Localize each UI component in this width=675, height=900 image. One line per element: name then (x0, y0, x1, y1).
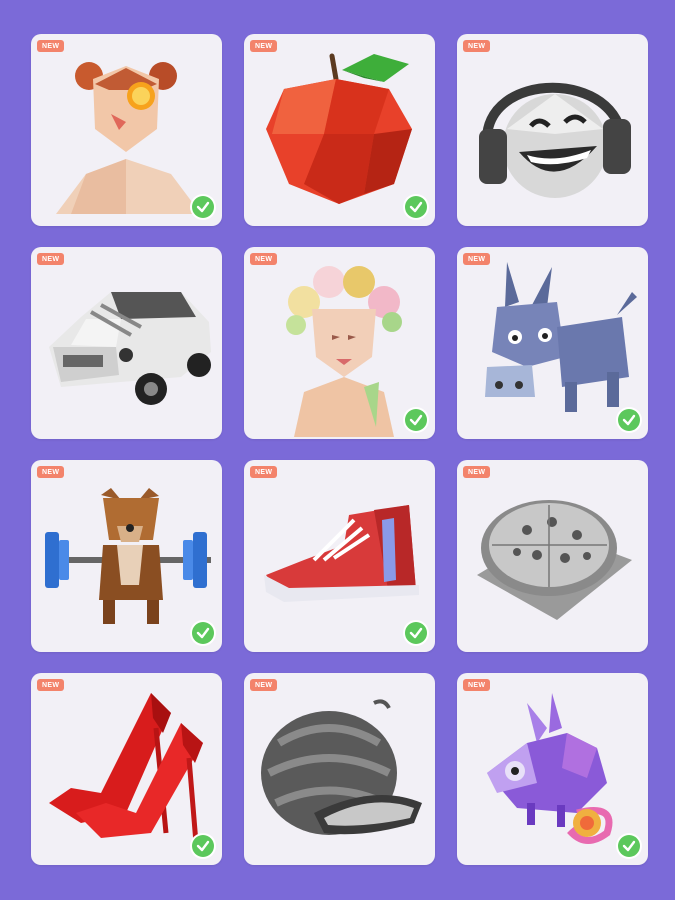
new-badge: NEW (250, 40, 278, 52)
artwork-card-pizza[interactable]: NEW (457, 460, 648, 652)
completed-check-icon (192, 835, 214, 857)
completed-check-icon (618, 409, 640, 431)
new-badge: NEW (463, 40, 491, 52)
completed-check-icon (192, 622, 214, 644)
artwork-card-headphones-face[interactable]: NEW (457, 34, 648, 226)
chameleon-illustration (487, 693, 613, 844)
completed-check-icon (405, 622, 427, 644)
new-badge: NEW (250, 466, 278, 478)
watermelon-illustration (261, 699, 422, 835)
sneaker-illustration (264, 505, 419, 602)
car-illustration (49, 292, 211, 405)
artwork-card-donkey[interactable]: NEW (457, 247, 648, 439)
artwork-card-sneaker[interactable]: NEW (244, 460, 435, 652)
new-badge: NEW (37, 253, 65, 265)
dog-barbell-illustration (45, 488, 211, 624)
headphones-face-illustration (479, 82, 631, 198)
artwork-card-dog-barbell[interactable]: NEW (31, 460, 222, 652)
new-badge: NEW (463, 253, 491, 265)
donkey-illustration (485, 262, 637, 412)
completed-check-icon (405, 196, 427, 218)
completed-check-icon (618, 835, 640, 857)
artwork-card-car[interactable]: NEW (31, 247, 222, 439)
new-badge: NEW (37, 466, 65, 478)
artwork-card-apple[interactable]: NEW (244, 34, 435, 226)
new-badge: NEW (463, 466, 491, 478)
apple-illustration (266, 53, 412, 204)
new-badge: NEW (250, 253, 278, 265)
high-heels-illustration (49, 693, 203, 844)
artwork-card-watermelon[interactable]: NEW (244, 673, 435, 865)
artwork-grid: NEW NEW NEW NEW NEW NEW NEW NEW NEW NEW … (31, 34, 648, 865)
completed-check-icon (405, 409, 427, 431)
artwork-card-woman-orange[interactable]: NEW (31, 34, 222, 226)
artwork-card-flower-woman[interactable]: NEW (244, 247, 435, 439)
artwork-card-high-heels[interactable]: NEW (31, 673, 222, 865)
completed-check-icon (192, 196, 214, 218)
pizza-illustration (477, 500, 632, 620)
new-badge: NEW (250, 679, 278, 691)
new-badge: NEW (463, 679, 491, 691)
woman-orange-illustration (56, 62, 201, 214)
new-badge: NEW (37, 40, 65, 52)
flower-woman-illustration (286, 266, 402, 437)
new-badge: NEW (37, 679, 65, 691)
artwork-card-chameleon[interactable]: NEW (457, 673, 648, 865)
